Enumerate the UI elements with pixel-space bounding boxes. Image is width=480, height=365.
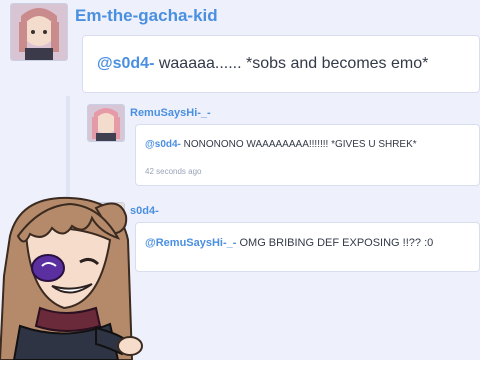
comment-username[interactable]: Em-the-gacha-kid — [75, 6, 218, 26]
mention-link[interactable]: @s0d4- — [145, 139, 181, 150]
comment-bubble: @RemuSaysHi-_- OMG BRIBING DEF EXPOSING … — [135, 222, 480, 272]
comment-timestamp: 42 seconds ago — [145, 167, 202, 176]
comment-username[interactable]: RemuSaysHi-_- — [130, 107, 211, 119]
comment-body: NONONONO WAAAAAAAA!!!!!!! *GIVES U SHREK… — [180, 139, 417, 150]
comment-text: @RemuSaysHi-_- OMG BRIBING DEF EXPOSING … — [145, 237, 433, 249]
comment-bubble: @s0d4- NONONONO WAAAAAAAA!!!!!!! *GIVES … — [135, 124, 480, 186]
avatar[interactable] — [87, 104, 125, 142]
comment-bubble: @s0d4- waaaaa...... *sobs and becomes em… — [82, 35, 480, 93]
avatar[interactable] — [10, 3, 68, 61]
gacha-character-sticker — [0, 196, 170, 365]
comment-text: @s0d4- NONONONO WAAAAAAAA!!!!!!! *GIVES … — [145, 139, 417, 150]
comment-body: waaaaa...... *sobs and becomes emo* — [154, 55, 429, 72]
mention-link[interactable]: @s0d4- — [97, 55, 154, 72]
comment-body: OMG BRIBING DEF EXPOSING !!?? :0 — [236, 237, 434, 249]
comment-text: @s0d4- waaaaa...... *sobs and becomes em… — [97, 55, 428, 73]
